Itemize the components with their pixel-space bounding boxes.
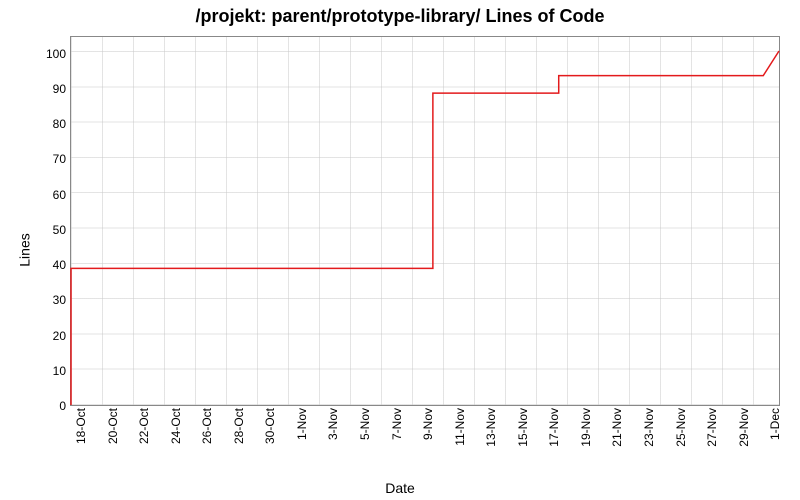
x-tick-label: 29-Nov <box>737 408 751 447</box>
x-tick-label: 20-Oct <box>106 408 120 444</box>
x-tick-label: 30-Oct <box>263 408 277 444</box>
x-tick-label: 11-Nov <box>453 408 467 446</box>
x-axis-label: Date <box>0 480 800 496</box>
y-tick-label: 60 <box>40 188 66 202</box>
y-axis-ticks: 0102030405060708090100 <box>40 36 66 406</box>
chart-title: /projekt: parent/prototype-library/ Line… <box>0 6 800 27</box>
y-tick-label: 90 <box>40 82 66 96</box>
x-tick-label: 7-Nov <box>390 408 404 440</box>
data-line <box>71 37 779 405</box>
x-tick-label: 25-Nov <box>674 408 688 447</box>
x-tick-label: 3-Nov <box>326 408 340 440</box>
x-tick-label: 17-Nov <box>547 408 561 447</box>
y-tick-label: 70 <box>40 152 66 166</box>
x-tick-label: 26-Oct <box>200 408 214 444</box>
x-tick-label: 13-Nov <box>484 408 498 447</box>
x-tick-label: 18-Oct <box>74 408 88 444</box>
y-tick-label: 10 <box>40 364 66 378</box>
x-tick-label: 28-Oct <box>232 408 246 444</box>
x-tick-label: 21-Nov <box>610 408 624 447</box>
y-tick-label: 100 <box>40 47 66 61</box>
x-tick-label: 1-Nov <box>295 408 309 440</box>
y-tick-label: 50 <box>40 223 66 237</box>
y-tick-label: 40 <box>40 258 66 272</box>
chart-container: /projekt: parent/prototype-library/ Line… <box>0 0 800 500</box>
x-tick-label: 19-Nov <box>579 408 593 447</box>
x-tick-label: 15-Nov <box>516 408 530 447</box>
x-axis-ticks: 18-Oct 20-Oct 22-Oct 24-Oct 26-Oct 28-Oct 30-O… <box>70 408 780 478</box>
y-axis-label: Lines <box>17 233 33 266</box>
x-tick-label: 22-Oct <box>137 408 151 444</box>
x-tick-label: 9-Nov <box>421 408 435 440</box>
y-tick-label: 30 <box>40 293 66 307</box>
y-tick-label: 20 <box>40 329 66 343</box>
y-tick-label: 0 <box>40 399 66 413</box>
y-tick-label: 80 <box>40 117 66 131</box>
plot-area <box>70 36 780 406</box>
x-tick-label: 24-Oct <box>169 408 183 444</box>
x-tick-label: 23-Nov <box>642 408 656 447</box>
x-tick-label: 27-Nov <box>705 408 719 447</box>
x-tick-label: 5-Nov <box>358 408 372 440</box>
x-tick-label: 1-Dec <box>768 408 782 440</box>
